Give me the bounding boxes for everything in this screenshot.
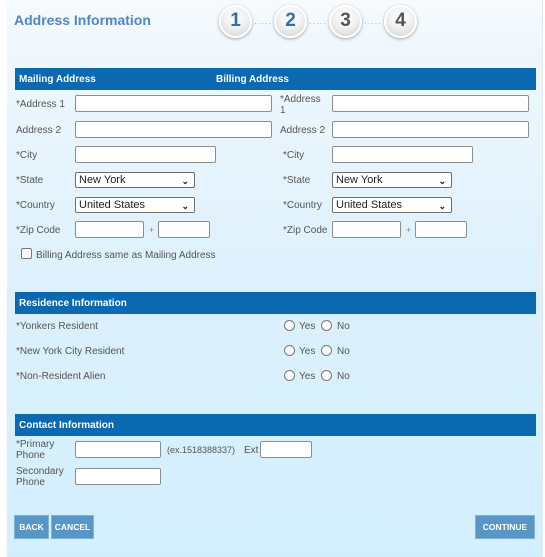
mailing-state-value: New York (79, 174, 126, 186)
billing-state-value: New York (336, 174, 383, 186)
yonkers-yes-radio[interactable] (284, 320, 295, 331)
mailing-state-select[interactable]: New York ⌄ (75, 172, 195, 188)
mailing-city-input[interactable] (75, 146, 216, 163)
alien-no-label: No (337, 371, 350, 382)
billing-country-select[interactable]: United States ⌄ (332, 197, 452, 213)
mailing-zip-input[interactable] (75, 221, 144, 238)
ext-input[interactable] (260, 441, 312, 458)
mailing-country-value: United States (79, 199, 146, 211)
billing-state-select[interactable]: New York ⌄ (332, 172, 452, 188)
contact-section-header: Contact Information (15, 414, 536, 436)
continue-button[interactable]: CONTINUE (475, 515, 535, 539)
billing-country-label: *Country (283, 200, 322, 211)
primary-phone-hint: (ex.1518388337) (167, 445, 236, 455)
primary-phone-label: *Primary Phone (16, 439, 54, 461)
secondary-phone-label-line1: Secondary (16, 466, 64, 477)
primary-phone-input[interactable] (75, 441, 161, 458)
mailing-address-heading: Mailing Address (19, 73, 96, 85)
step-1: 1 (219, 4, 252, 38)
cancel-button[interactable]: CANCEL (51, 515, 94, 539)
billing-address1-label: *Address 1 (280, 94, 321, 116)
billing-city-label: *City (283, 150, 305, 161)
billing-address2-label: Address 2 (280, 125, 326, 136)
mailing-address1-label: *Address 1 (16, 99, 65, 110)
step-connector: ..... (254, 16, 272, 26)
alien-yes-radio[interactable] (284, 370, 295, 381)
billing-address1-input[interactable] (332, 95, 529, 112)
ext-label: Ext (244, 445, 259, 456)
step-connector: ..... (309, 16, 327, 26)
non-resident-alien-label: *Non-Resident Alien (16, 371, 106, 382)
mailing-zip4-input[interactable] (158, 221, 210, 238)
page-title: Address Information (14, 12, 151, 28)
chevron-down-icon: ⌄ (181, 201, 189, 211)
chevron-down-icon: ⌄ (438, 201, 446, 211)
primary-phone-label-line2: Phone (16, 450, 45, 461)
alien-no-radio[interactable] (321, 370, 332, 381)
billing-zip-label: *Zip Code (283, 225, 328, 236)
billing-state-label: *State (283, 175, 311, 186)
contact-heading: Contact Information (19, 419, 114, 431)
address-section-header: Mailing Address Billing Address (15, 68, 536, 90)
billing-city-input[interactable] (332, 146, 473, 163)
billing-address2-input[interactable] (332, 121, 529, 138)
mailing-country-select[interactable]: United States ⌄ (75, 197, 195, 213)
yonkers-resident-label: *Yonkers Resident (16, 321, 98, 332)
billing-zip-input[interactable] (332, 221, 401, 238)
same-as-mailing-label: Billing Address same as Mailing Address (36, 250, 216, 261)
step-3: 3 (329, 4, 362, 38)
secondary-phone-label: Secondary Phone (16, 466, 64, 488)
yonkers-no-radio[interactable] (321, 320, 332, 331)
billing-country-value: United States (336, 199, 403, 211)
billing-address-heading: Billing Address (216, 73, 289, 85)
mailing-address1-input[interactable] (75, 95, 272, 112)
nyc-yes-radio[interactable] (284, 345, 295, 356)
chevron-down-icon: ⌄ (438, 176, 446, 186)
alien-yes-label: Yes (299, 371, 316, 382)
nyc-resident-label: *New York City Resident (16, 346, 125, 357)
back-button[interactable]: BACK (14, 515, 49, 539)
mailing-country-label: *Country (16, 200, 55, 211)
mailing-address2-input[interactable] (75, 121, 272, 138)
step-4: 4 (384, 4, 417, 38)
chevron-down-icon: ⌄ (181, 176, 189, 186)
nyc-no-radio[interactable] (321, 345, 332, 356)
mailing-city-label: *City (16, 150, 38, 161)
billing-zip4-input[interactable] (415, 221, 467, 238)
step-2: 2 (274, 4, 307, 38)
nyc-yes-label: Yes (299, 346, 316, 357)
billing-address1-label-line2: 1 (280, 105, 286, 116)
billing-zip-separator: + (406, 225, 412, 235)
yonkers-no-label: No (337, 321, 350, 332)
same-as-mailing-checkbox[interactable] (21, 248, 32, 259)
mailing-state-label: *State (16, 175, 44, 186)
primary-phone-label-line1: *Primary (16, 439, 55, 450)
residence-section-header: Residence Information (15, 292, 536, 314)
yonkers-yes-label: Yes (299, 321, 316, 332)
secondary-phone-label-line2: Phone (16, 477, 45, 488)
step-indicator: 1 ..... 2 ..... 3 ..... 4 (219, 4, 417, 38)
secondary-phone-input[interactable] (75, 468, 161, 485)
step-connector: ..... (364, 16, 382, 26)
address-form-page: Address Information 1 ..... 2 ..... 3 ..… (7, 0, 543, 557)
mailing-zip-separator: + (149, 225, 155, 235)
billing-address1-label-line1: *Address (280, 94, 321, 105)
nyc-no-label: No (337, 346, 350, 357)
mailing-zip-label: *Zip Code (16, 225, 61, 236)
residence-heading: Residence Information (19, 297, 127, 309)
mailing-address2-label: Address 2 (16, 125, 62, 136)
